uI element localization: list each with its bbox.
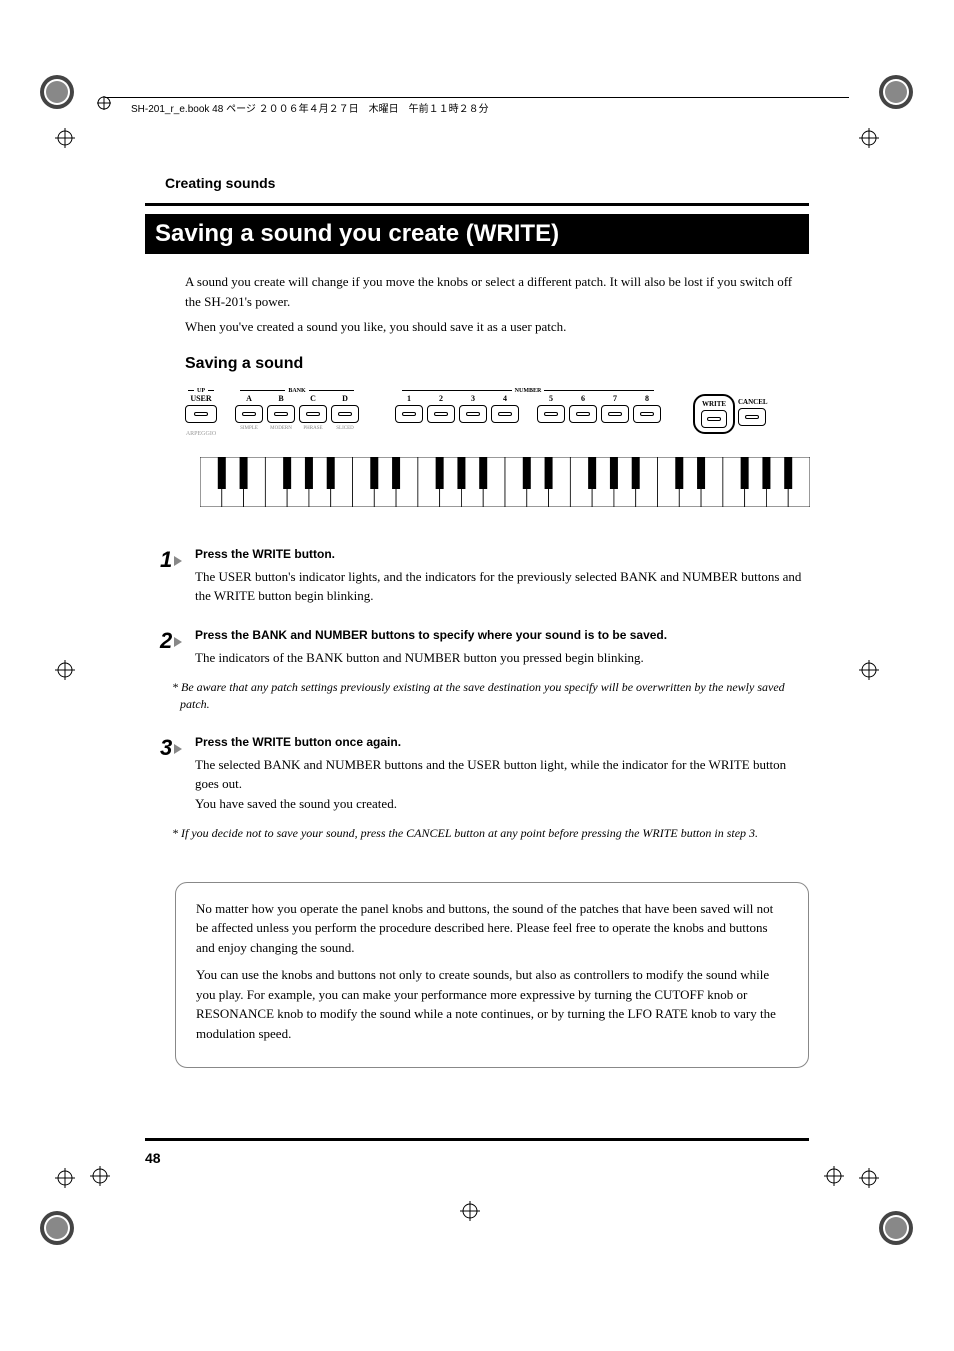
write-button-highlight: WRITE [693,394,735,434]
step-3-note: * If you decide not to save your sound, … [180,825,809,842]
bank-c-button [299,405,327,423]
bank-a-button [235,405,263,423]
step-number-1: 1 [160,547,185,573]
step-2-text: The indicators of the BANK button and NU… [195,648,809,668]
number-8-button [633,405,661,423]
page-number: 48 [145,1150,161,1166]
page-title: Saving a sound you create (WRITE) [145,214,809,254]
user-button [185,405,217,423]
write-button-label: WRITE [701,400,727,408]
number-5-button [537,405,565,423]
divider [145,203,809,206]
step-3-title: Press the WRITE button once again. [195,735,809,749]
cancel-button-label: CANCEL [738,398,766,406]
registration-corner-tl [40,75,75,110]
step-3-text-2: You have saved the sound you created. [195,794,809,814]
crosshair-icon [55,1168,75,1193]
number-6-button [569,405,597,423]
header-text: SH-201_r_e.book 48 ページ ２００６年４月２７日 木曜日 午前… [131,100,489,115]
user-button-label: USER [185,394,217,403]
number-2-button [427,405,455,423]
step-3-text-1: The selected BANK and NUMBER buttons and… [195,755,809,794]
intro-text: When you've created a sound you like, yo… [185,317,809,337]
footer-divider [145,1138,809,1141]
crosshair-icon [90,1166,110,1191]
step-1-title: Press the WRITE button. [195,547,809,561]
keyboard-diagram [200,457,810,507]
step-2-note: * Be aware that any patch settings previ… [180,679,809,713]
crosshair-icon [859,1168,879,1193]
crosshair-icon [55,660,75,685]
breadcrumb: Creating sounds [145,175,809,191]
step-1-text: The USER button's indicator lights, and … [195,567,809,606]
crosshair-icon [859,660,879,685]
step-2-title: Press the BANK and NUMBER buttons to spe… [195,628,809,642]
registration-corner-br [879,1211,914,1246]
bank-b-button [267,405,295,423]
step-number-3: 3 [160,735,185,761]
info-box: No matter how you operate the panel knob… [175,882,809,1069]
crosshair-icon [859,128,879,153]
intro-text: A sound you create will change if you mo… [185,272,809,311]
step-number-2: 2 [160,628,185,654]
cancel-button [738,408,766,426]
registration-corner-tr [879,75,914,110]
info-text-2: You can use the knobs and buttons not on… [196,965,788,1043]
arpeggio-label: ARPEGGIO [185,431,217,437]
panel-diagram: UP USER ARPEGGIO BANK ASIMPLE BMODERN CP… [185,388,809,532]
section-heading: Saving a sound [145,355,809,373]
number-1-button [395,405,423,423]
number-3-button [459,405,487,423]
crosshair-icon [55,128,75,153]
bank-d-button [331,405,359,423]
crosshair-icon [824,1166,844,1191]
info-text-1: No matter how you operate the panel knob… [196,899,788,958]
number-4-button [491,405,519,423]
print-header: SH-201_r_e.book 48 ページ ２００６年４月２７日 木曜日 午前… [105,97,849,115]
registration-corner-bl [40,1211,75,1246]
number-7-button [601,405,629,423]
write-button [701,410,727,428]
crosshair-icon [460,1201,480,1226]
